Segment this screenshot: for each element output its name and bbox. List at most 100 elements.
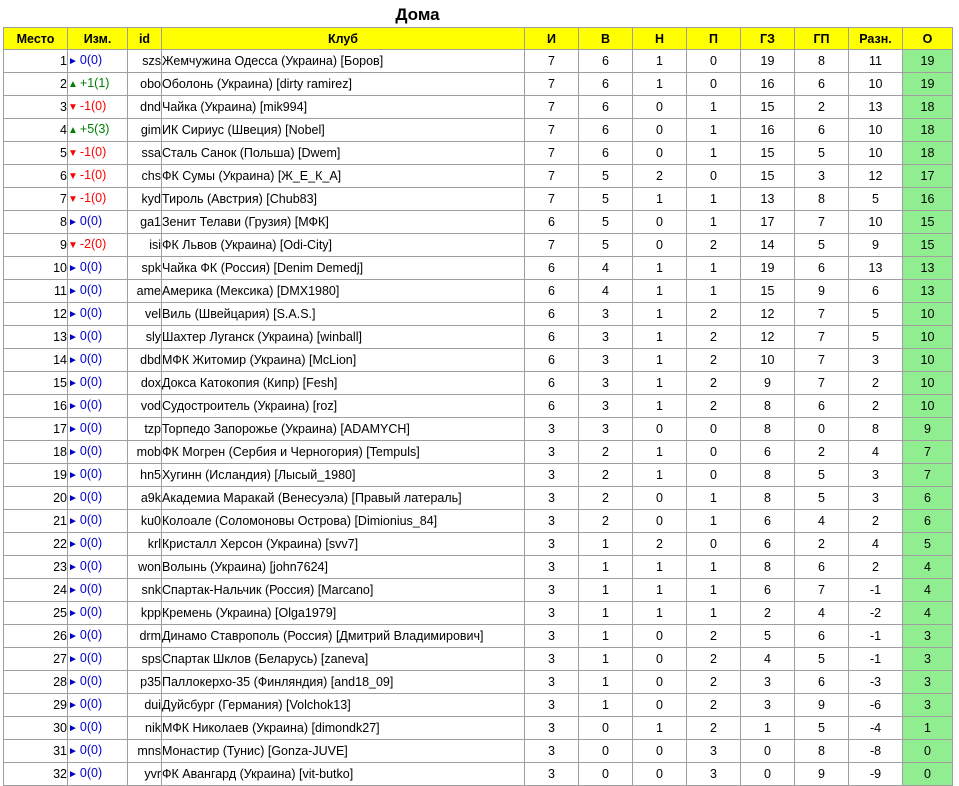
header-id[interactable]: id xyxy=(127,27,162,50)
games-cell: 6 xyxy=(524,302,579,326)
id-cell: drm xyxy=(127,624,162,648)
change-value: 0(0) xyxy=(79,720,103,734)
change-cell: ► 0(0) xyxy=(67,739,128,763)
goals-for-cell: 5 xyxy=(740,624,795,648)
club-cell: МФК Житомир (Украина) [McLion] xyxy=(161,348,525,372)
goals-against-cell: 6 xyxy=(794,555,849,579)
club-cell: Америка (Мексика) [DMX1980] xyxy=(161,279,525,303)
points-cell: 10 xyxy=(902,394,953,418)
draws-cell: 0 xyxy=(632,210,687,234)
header-goal-diff[interactable]: Разн. xyxy=(848,27,903,50)
header-wins[interactable]: В xyxy=(578,27,633,50)
header-losses[interactable]: П xyxy=(686,27,741,50)
games-cell: 3 xyxy=(524,532,579,556)
wins-cell: 2 xyxy=(578,440,633,464)
goals-for-cell: 16 xyxy=(740,118,795,142)
goal-diff-cell: 10 xyxy=(848,118,903,142)
arrow-right-icon: ► xyxy=(68,56,78,67)
games-cell: 6 xyxy=(524,256,579,280)
wins-cell: 6 xyxy=(578,141,633,165)
draws-cell: 0 xyxy=(632,118,687,142)
place-cell: 24 xyxy=(3,578,68,602)
games-cell: 7 xyxy=(524,141,579,165)
header-games[interactable]: И xyxy=(524,27,579,50)
header-goals-for[interactable]: ГЗ xyxy=(740,27,795,50)
losses-cell: 3 xyxy=(686,739,741,763)
draws-cell: 1 xyxy=(632,578,687,602)
points-cell: 9 xyxy=(902,417,953,441)
goals-for-cell: 1 xyxy=(740,716,795,740)
change-cell: ► 0(0) xyxy=(67,371,128,395)
goal-diff-cell: 2 xyxy=(848,509,903,533)
id-cell: spk xyxy=(127,256,162,280)
goals-for-cell: 0 xyxy=(740,762,795,786)
change-cell: ► 0(0) xyxy=(67,463,128,487)
draws-cell: 0 xyxy=(632,95,687,119)
id-cell: sps xyxy=(127,647,162,671)
arrow-right-icon: ► xyxy=(68,401,78,412)
losses-cell: 0 xyxy=(686,164,741,188)
draws-cell: 1 xyxy=(632,555,687,579)
games-cell: 3 xyxy=(524,762,579,786)
goal-diff-cell: 9 xyxy=(848,233,903,257)
games-cell: 3 xyxy=(524,716,579,740)
arrow-right-icon: ► xyxy=(68,539,78,550)
goals-against-cell: 6 xyxy=(794,118,849,142)
change-value: 0(0) xyxy=(79,352,103,366)
table-row: 16 ► 0(0) vod Судостроитель (Украина) [roz] 6… xyxy=(3,394,953,418)
arrow-up-icon: ▲ xyxy=(68,79,78,90)
club-cell: Дуйсбург (Германия) [Volchok13] xyxy=(161,693,525,717)
id-cell: dox xyxy=(127,371,162,395)
arrow-right-icon: ► xyxy=(68,309,78,320)
wins-cell: 1 xyxy=(578,624,633,648)
wins-cell: 5 xyxy=(578,210,633,234)
losses-cell: 1 xyxy=(686,118,741,142)
losses-cell: 2 xyxy=(686,233,741,257)
goal-diff-cell: 8 xyxy=(848,417,903,441)
draws-cell: 0 xyxy=(632,624,687,648)
arrow-down-icon: ▼ xyxy=(68,148,78,159)
place-cell: 1 xyxy=(3,49,68,73)
points-cell: 6 xyxy=(902,509,953,533)
arrow-right-icon: ► xyxy=(68,332,78,343)
header-place[interactable]: Место xyxy=(3,27,68,50)
goal-diff-cell: 10 xyxy=(848,72,903,96)
change-cell: ► 0(0) xyxy=(67,256,128,280)
change-cell: ► 0(0) xyxy=(67,486,128,510)
header-draws[interactable]: Н xyxy=(632,27,687,50)
goals-against-cell: 7 xyxy=(794,348,849,372)
goals-for-cell: 16 xyxy=(740,72,795,96)
games-cell: 7 xyxy=(524,118,579,142)
id-cell: isi xyxy=(127,233,162,257)
table-row: 29 ► 0(0) dui Дуйсбург (Германия) [Volchok13… xyxy=(3,693,953,717)
header-points[interactable]: О xyxy=(902,27,953,50)
points-cell: 10 xyxy=(902,348,953,372)
goal-diff-cell: 11 xyxy=(848,49,903,73)
id-cell: vod xyxy=(127,394,162,418)
change-cell: ► 0(0) xyxy=(67,49,128,73)
arrow-right-icon: ► xyxy=(68,746,78,757)
arrow-up-icon: ▲ xyxy=(68,125,78,136)
goals-for-cell: 10 xyxy=(740,348,795,372)
wins-cell: 6 xyxy=(578,95,633,119)
place-cell: 7 xyxy=(3,187,68,211)
table-row: 31 ► 0(0) mns Монастир (Тунис) [Gonza-JUVE] 3… xyxy=(3,739,953,763)
losses-cell: 1 xyxy=(686,486,741,510)
header-goals-against[interactable]: ГП xyxy=(794,27,849,50)
arrow-right-icon: ► xyxy=(68,585,78,596)
header-change[interactable]: Изм. xyxy=(67,27,128,50)
table-row: 32 ► 0(0) yvr ФК Авангард (Украина) [vit-but… xyxy=(3,762,953,786)
goal-diff-cell: 2 xyxy=(848,371,903,395)
club-cell: Спартак-Нальчик (Россия) [Marcano] xyxy=(161,578,525,602)
goals-for-cell: 6 xyxy=(740,578,795,602)
id-cell: obo xyxy=(127,72,162,96)
points-cell: 19 xyxy=(902,49,953,73)
table-row: 24 ► 0(0) snk Спартак-Нальчик (Россия) [Marc… xyxy=(3,578,953,602)
club-cell: Торпедо Запорожье (Украина) [ADAMYCH] xyxy=(161,417,525,441)
change-value: 0(0) xyxy=(79,421,103,435)
table-row: 30 ► 0(0) nik МФК Николаев (Украина) [dimond… xyxy=(3,716,953,740)
goals-for-cell: 17 xyxy=(740,210,795,234)
arrow-right-icon: ► xyxy=(68,677,78,688)
draws-cell: 1 xyxy=(632,279,687,303)
header-club[interactable]: Клуб xyxy=(161,27,525,50)
